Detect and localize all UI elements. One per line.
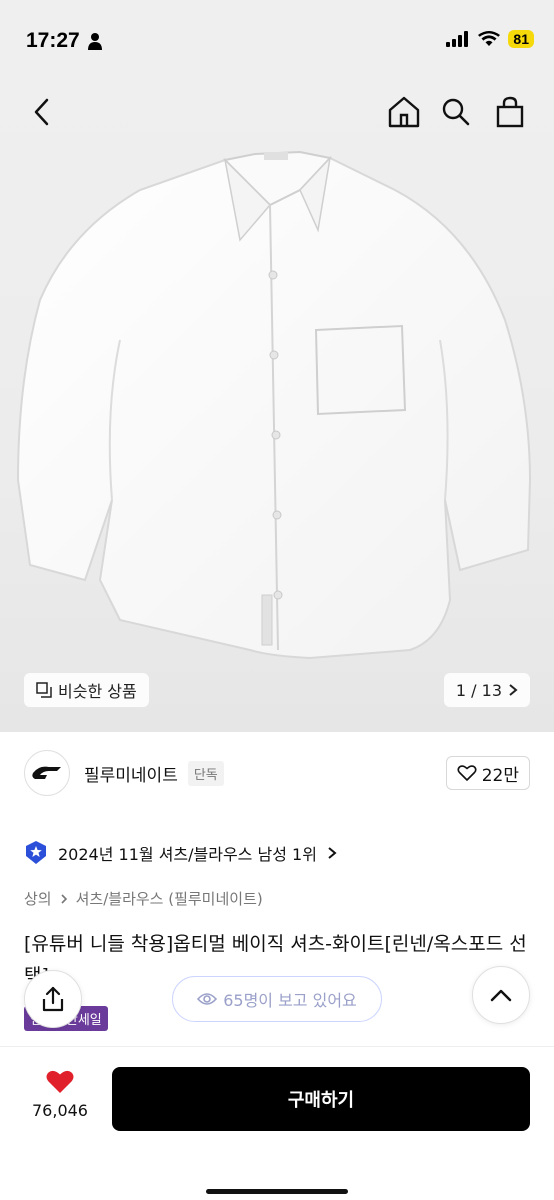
- person-icon: [88, 33, 102, 50]
- rank-badge-icon: [26, 841, 46, 864]
- scroll-to-top-button[interactable]: [472, 966, 530, 1024]
- heart-outline-icon: [457, 765, 477, 781]
- home-indicator: [206, 1189, 348, 1194]
- viewers-text: 65명이 보고 있어요: [223, 991, 357, 1010]
- chevron-right-icon: [509, 684, 518, 696]
- back-button[interactable]: [22, 92, 62, 132]
- back-icon: [34, 98, 49, 126]
- cart-button[interactable]: [490, 92, 530, 132]
- signal-icon: [446, 31, 469, 47]
- search-button[interactable]: [436, 92, 476, 132]
- exclusive-tag: 단독: [187, 760, 224, 786]
- share-icon: [42, 986, 64, 1012]
- similar-products-button[interactable]: 비슷한 상품: [24, 673, 149, 707]
- wishlist-count: 76,046: [32, 1101, 88, 1120]
- purchase-bar: 76,046 구매하기: [0, 1046, 554, 1200]
- home-icon: [388, 96, 420, 128]
- heart-filled-icon: [46, 1070, 74, 1093]
- shopping-bag-icon: [496, 96, 524, 128]
- brand-like-button[interactable]: 22만: [445, 756, 530, 790]
- battery-badge: 81: [508, 30, 534, 48]
- similar-products-label: 비슷한 상품: [58, 682, 137, 701]
- brand-like-count: 22만: [481, 765, 519, 786]
- status-time: 17:27: [26, 29, 80, 52]
- breadcrumb-level2[interactable]: 셔츠/블라우스 (필루미네이트): [76, 888, 263, 909]
- brand-logo-mark: [32, 766, 61, 779]
- buy-button[interactable]: 구매하기: [112, 1067, 530, 1131]
- chevron-right-icon: [61, 893, 67, 904]
- brand-logo[interactable]: [24, 750, 70, 796]
- brand-row: 필루미네이트 단독 22만: [24, 750, 530, 796]
- ranking-text: 2024년 11월 셔츠/블라우스 남성 1위: [58, 845, 317, 864]
- ranking-link[interactable]: 2024년 11월 셔츠/블라우스 남성 1위: [24, 840, 337, 866]
- wishlist-button[interactable]: 76,046: [24, 1069, 96, 1120]
- copy-icon: [36, 682, 52, 698]
- search-icon: [442, 98, 470, 126]
- wifi-icon: [478, 31, 501, 46]
- share-button[interactable]: [24, 970, 82, 1028]
- chevron-up-icon: [490, 989, 512, 1002]
- shirt-image: [16, 150, 532, 660]
- brand-name[interactable]: 필루미네이트: [84, 761, 178, 786]
- status-bar: 17:27 81: [0, 0, 554, 80]
- page-indicator-text: 1 / 13: [455, 680, 502, 700]
- home-button[interactable]: [384, 92, 424, 132]
- eye-icon: [197, 993, 218, 1005]
- chevron-right-icon: [328, 847, 337, 859]
- image-page-indicator[interactable]: 1 / 13: [443, 673, 530, 707]
- breadcrumb-level1[interactable]: 상의: [24, 888, 52, 909]
- breadcrumb: 상의 셔츠/블라우스 (필루미네이트): [24, 888, 263, 909]
- status-right: 81: [446, 30, 534, 48]
- viewers-indicator: 65명이 보고 있어요: [172, 976, 382, 1022]
- product-image-gallery[interactable]: [0, 80, 554, 732]
